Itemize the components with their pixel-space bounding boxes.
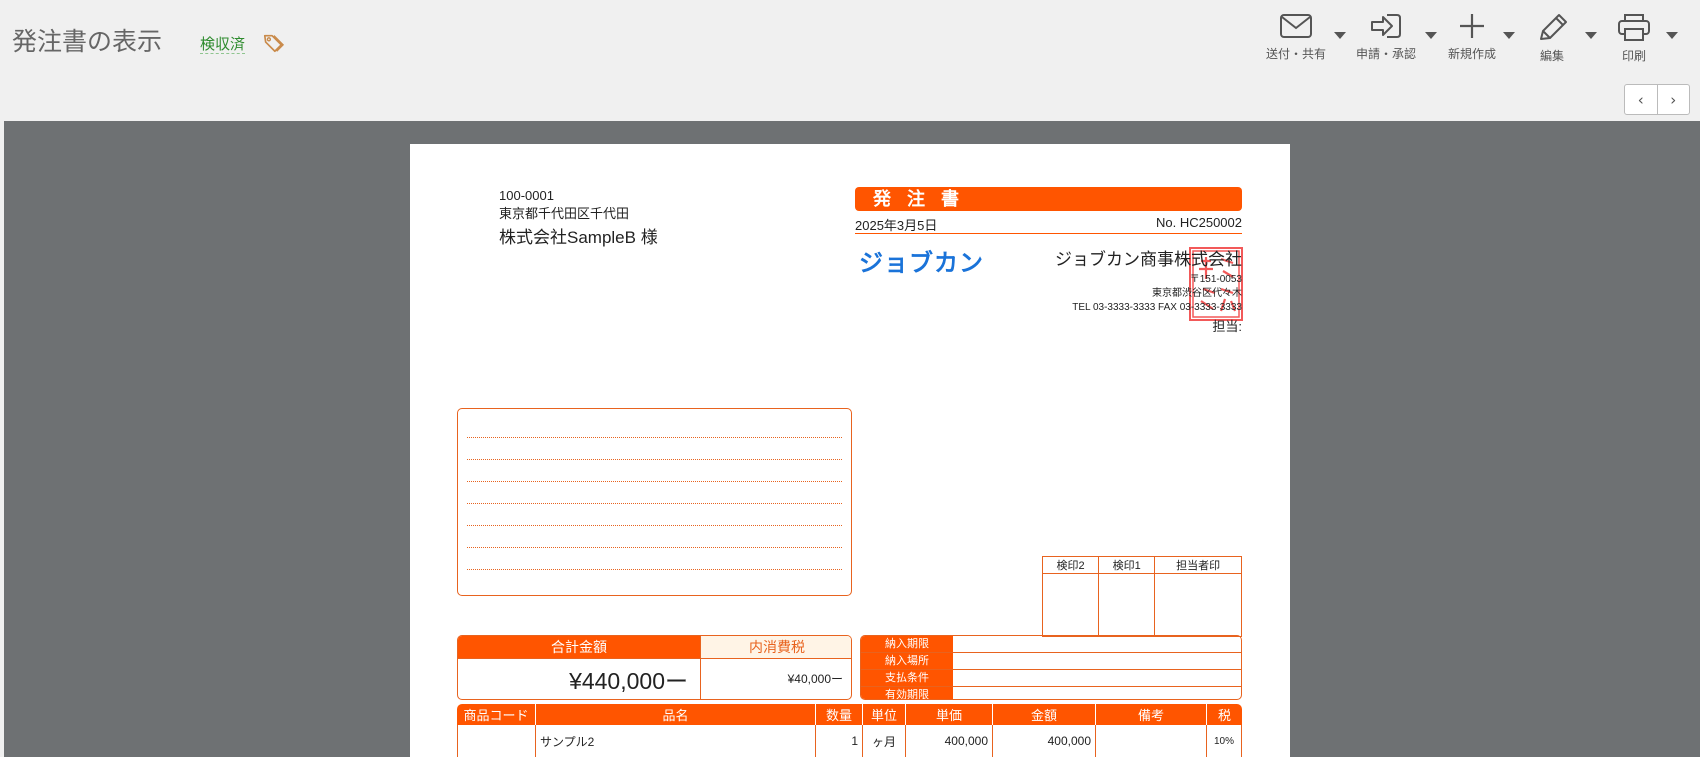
company-address: 東京都渋谷区代々木 [1152, 288, 1242, 299]
tag-icon[interactable] [262, 32, 285, 54]
send-share-button[interactable]: 送付・共有 [1262, 12, 1330, 62]
notes-line [467, 459, 842, 460]
purchase-order-page: 100-0001 東京都千代田区千代田 株式会社SampleB 様 発注書 20… [410, 144, 1290, 757]
new-create-label: 新規作成 [1447, 47, 1496, 61]
title-rule [855, 233, 1242, 234]
prev-page-button[interactable]: ‹ [1625, 85, 1657, 114]
edit-dropdown-caret[interactable] [1585, 32, 1597, 39]
notes-line [467, 547, 842, 548]
stamp-cell [1154, 573, 1242, 637]
term-label: 納入期限 [861, 636, 953, 652]
recipient-name: 株式会社SampleB 様 [499, 228, 658, 247]
document-number: No. HC250002 [1156, 215, 1242, 230]
item-price: 400,000 [905, 725, 992, 757]
company-logo: ジョブカン [859, 250, 984, 277]
column-header: 金額 [992, 704, 1095, 725]
apply-approve-label: 申請・承認 [1355, 47, 1416, 61]
term-row: 有効期限 [861, 687, 1241, 699]
status-badge[interactable]: 検収済 [200, 35, 246, 54]
term-row: 納入場所 [861, 653, 1241, 669]
column-header: 単価 [905, 704, 992, 725]
total-label: 合計金額 [458, 636, 700, 658]
sign-in-icon [1371, 14, 1401, 38]
table-row: サンプル2 1 ヶ月 400,000 400,000 10% [457, 725, 1242, 757]
notes-line [467, 437, 842, 438]
notes-line [467, 569, 842, 570]
total-box: 合計金額 内消費税 ¥440,000ー ¥40,000ー [457, 635, 852, 700]
company-zip: 〒151-0053 [1189, 274, 1242, 285]
pager: ‹ › [1624, 84, 1690, 115]
apply-approve-button[interactable]: 申請・承認 [1352, 12, 1420, 62]
document-date: 2025年3月5日 [855, 218, 938, 233]
tax-label: 内消費税 [700, 636, 851, 658]
term-label: 有効期限 [861, 687, 953, 699]
column-header: 商品コード [457, 704, 535, 725]
document-viewer[interactable]: 100-0001 東京都千代田区千代田 株式会社SampleB 様 発注書 20… [4, 121, 1700, 757]
company-name: ジョブカン商事株式会社 [1055, 250, 1242, 269]
column-header: 品名 [535, 704, 815, 725]
page-title: 発注書の表示 [12, 27, 163, 56]
term-label: 納入場所 [861, 653, 953, 669]
edit-label: 編集 [1539, 49, 1564, 63]
column-header: 数量 [815, 704, 862, 725]
stamp-cell [1098, 573, 1156, 637]
term-row: 支払条件 [861, 670, 1241, 686]
send-share-dropdown-caret[interactable] [1334, 32, 1346, 39]
column-header: 税 [1206, 704, 1242, 725]
approval-stamps-table: 検印2 検印1 担当者印 [1041, 556, 1242, 637]
stamp-header: 検印2 [1041, 556, 1100, 574]
stamp-header: 担当者印 [1154, 556, 1242, 574]
terms-box: 納入期限 納入場所 支払条件 有効期限 [860, 635, 1242, 700]
edit-button[interactable]: 編集 [1524, 12, 1580, 64]
stamp-cell [1041, 573, 1100, 637]
envelope-icon [1280, 14, 1312, 38]
total-value: ¥440,000ー [569, 668, 688, 694]
recipient-address: 東京都千代田区千代田 [499, 206, 630, 221]
column-header: 備考 [1095, 704, 1206, 725]
item-amount: 400,000 [992, 725, 1095, 757]
new-create-button[interactable]: 新規作成 [1442, 12, 1502, 62]
document-title: 発注書 [855, 187, 1242, 211]
stamp-header: 検印1 [1098, 556, 1156, 574]
items-table: 商品コード 品名 数量 単位 単価 金額 備考 税 サンプル2 1 ヶ月 400… [457, 704, 1242, 757]
notes-line [467, 481, 842, 482]
next-page-button[interactable]: › [1656, 85, 1690, 114]
notes-line [467, 525, 842, 526]
column-header: 単位 [862, 704, 905, 725]
notes-line [467, 503, 842, 504]
item-tax: 10% [1206, 725, 1242, 757]
print-dropdown-caret[interactable] [1666, 32, 1678, 39]
print-button[interactable]: 印刷 [1606, 12, 1662, 64]
notes-box [457, 408, 852, 596]
company-tel-fax: TEL 03-3333-3333 FAX 03-3333-3333 [1072, 302, 1242, 313]
company-representative: 担当: [1212, 319, 1242, 334]
tax-value: ¥40,000ー [700, 659, 851, 699]
item-name: サンプル2 [535, 725, 815, 757]
recipient-zip: 100-0001 [499, 188, 554, 203]
term-label: 支払条件 [861, 670, 953, 686]
item-unit: ヶ月 [862, 725, 905, 757]
pencil-icon [1540, 14, 1567, 40]
send-share-label: 送付・共有 [1265, 47, 1326, 61]
printer-icon [1618, 14, 1650, 41]
item-note [1095, 725, 1206, 757]
item-code [457, 725, 535, 757]
print-label: 印刷 [1621, 49, 1646, 63]
new-create-dropdown-caret[interactable] [1503, 32, 1515, 39]
item-qty: 1 [815, 725, 862, 757]
term-row: 納入期限 [861, 636, 1241, 652]
apply-approve-dropdown-caret[interactable] [1425, 32, 1437, 39]
page-header: 発注書の表示 検収済 送付・共有 申請・承認 新規作成 編集 印刷 ‹ › [0, 0, 1700, 120]
plus-icon [1460, 14, 1484, 38]
items-header-row: 商品コード 品名 数量 単位 単価 金額 備考 税 [457, 704, 1242, 725]
